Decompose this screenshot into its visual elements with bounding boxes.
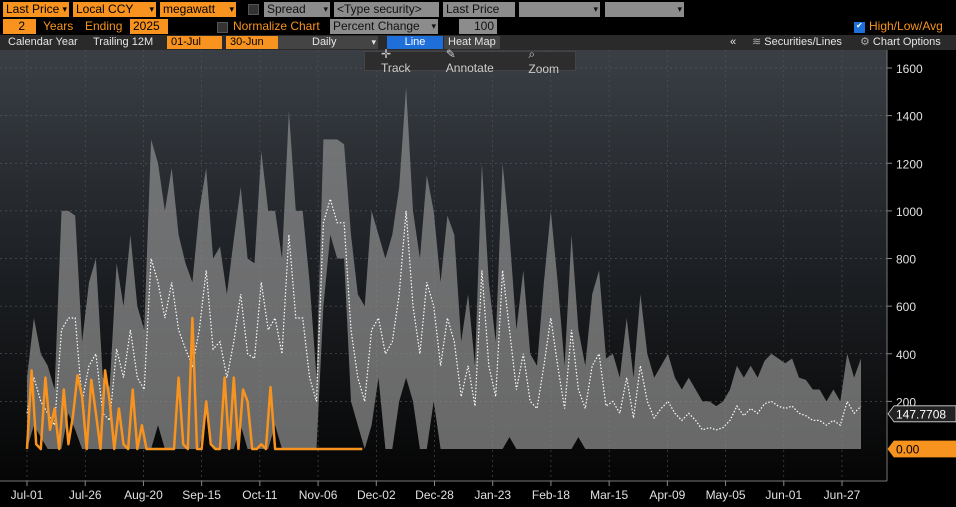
blank-dropdown-1[interactable]: [519, 2, 600, 17]
x-tick-label: May-05: [706, 488, 746, 502]
x-tick-label: Jan-23: [474, 488, 511, 502]
gear-icon: ⚙: [860, 36, 873, 48]
y-tick-label: 800: [896, 253, 916, 267]
units-dropdown[interactable]: megawatt: [160, 2, 236, 17]
x-tick-label: Sep-15: [182, 488, 221, 502]
x-tick-label: Jul-01: [11, 488, 44, 502]
chart-tools: ✛ Track ✎ Annotate ⌕ Zoom: [364, 47, 576, 76]
currency-dropdown[interactable]: Local CCY: [73, 2, 156, 17]
last-value-text: 147.7708: [896, 407, 946, 421]
last-value-text: 0.00: [896, 443, 920, 457]
y-tick-label: 400: [896, 348, 916, 362]
x-tick-label: Jun-27: [824, 488, 861, 502]
x-tick-label: Dec-28: [415, 488, 454, 502]
x-tick-label: Jul-26: [69, 488, 102, 502]
normalize-mode-dropdown[interactable]: Percent Change: [330, 19, 438, 34]
securities-lines-button[interactable]: ≋ Securities/Lines: [748, 36, 846, 49]
x-tick-label: Feb-18: [532, 488, 570, 502]
annotate-label: Annotate: [445, 61, 494, 75]
chart-options-label: Chart Options: [872, 36, 941, 48]
price-field2-input[interactable]: Last Price: [443, 2, 515, 17]
toolbar-row-1: Last Price Local CCY megawatt Spread <Ty…: [0, 0, 956, 18]
price-chart[interactable]: 2004006008001000120014001600 Jul-01 Jul-2…: [0, 50, 956, 507]
x-tick-label: Oct-11: [242, 488, 277, 502]
years-label: Years: [43, 19, 74, 33]
hla-label: High/Low/Avg: [869, 19, 943, 33]
normalize-label: Normalize Chart: [233, 19, 320, 33]
ending-year-input[interactable]: 2025: [130, 19, 168, 34]
track-tool[interactable]: ✛ Track: [373, 47, 430, 75]
end-date-input[interactable]: 30-Jun: [226, 36, 281, 49]
toolbar-row-2: 2 Years Ending 2025 Normalize Chart Perc…: [0, 18, 956, 35]
start-date-input[interactable]: 01-Jul: [167, 36, 222, 49]
lines-icon: ≋: [752, 36, 765, 48]
securities-lines-label: Securities/Lines: [764, 36, 842, 48]
type-security-input[interactable]: <Type security>: [334, 2, 439, 17]
trailing-12m-button[interactable]: Trailing 12M: [89, 36, 157, 49]
normalize-checkbox[interactable]: [217, 22, 228, 33]
ending-label: Ending: [85, 19, 123, 33]
y-tick-label: 600: [896, 300, 916, 314]
magnifier-icon: ⌕: [528, 46, 536, 61]
y-tick-label: 1200: [896, 157, 923, 171]
y-tick-label: 1400: [896, 110, 923, 124]
y-tick-label: 1600: [896, 62, 923, 76]
x-tick-label: Apr-09: [649, 488, 685, 502]
hla-checkbox[interactable]: [854, 21, 865, 33]
price-field-dropdown[interactable]: Last Price: [3, 2, 69, 17]
blank-dropdown-2[interactable]: [605, 2, 684, 17]
x-tick-label: Jun-01: [765, 488, 802, 502]
zoom-tool[interactable]: ⌕ Zoom: [520, 47, 575, 76]
normalize-value-input[interactable]: 100: [459, 19, 497, 34]
chart-options-button[interactable]: ⚙ Chart Options: [856, 36, 945, 49]
y-tick-label: 1000: [896, 205, 923, 219]
spread-dropdown[interactable]: Spread: [264, 2, 330, 17]
zoom-label: Zoom: [528, 61, 560, 76]
annotate-tool[interactable]: ✎ Annotate: [438, 47, 513, 75]
calendar-year-button[interactable]: Calendar Year: [4, 36, 82, 49]
pencil-icon: ✎: [445, 47, 456, 61]
years-stepper[interactable]: 2: [3, 19, 36, 34]
frequency-dropdown[interactable]: Daily: [278, 36, 378, 49]
spread-checkbox[interactable]: [248, 4, 259, 15]
x-tick-label: Dec-02: [357, 488, 396, 502]
x-tick-label: Aug-20: [124, 488, 163, 502]
x-tick-label: Mar-15: [590, 488, 628, 502]
track-label: Track: [381, 61, 411, 75]
x-tick-label: Nov-06: [299, 488, 338, 502]
crosshair-icon: ✛: [381, 47, 392, 61]
collapse-button[interactable]: «: [726, 36, 740, 49]
